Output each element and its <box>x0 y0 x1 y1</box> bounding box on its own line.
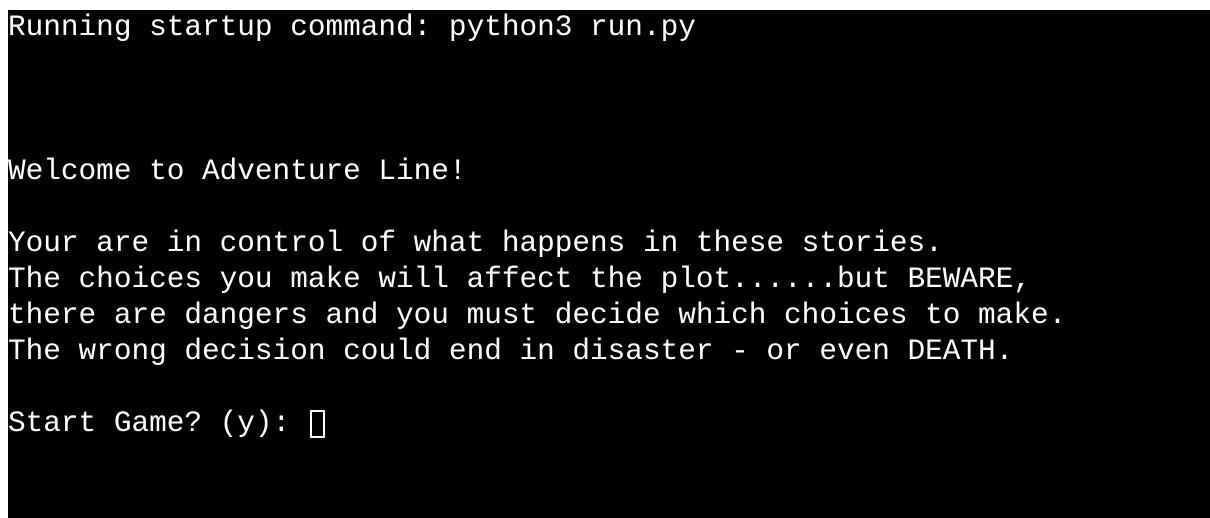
intro-line: The choices you make will affect the plo… <box>8 263 1031 296</box>
start-game-prompt[interactable]: Start Game? (y): <box>8 406 1210 442</box>
intro-line: there are dangers and you must decide wh… <box>8 299 1067 332</box>
startup-command-line: Running startup command: python3 run.py <box>8 11 696 44</box>
terminal-window[interactable]: Running startup command: python3 run.py … <box>8 10 1210 518</box>
text-cursor[interactable] <box>309 410 325 438</box>
intro-line: The wrong decision could end in disaster… <box>8 335 1014 368</box>
welcome-line: Welcome to Adventure Line! <box>8 155 467 188</box>
intro-line: Your are in control of what happens in t… <box>8 227 943 260</box>
prompt-label: Start Game? (y): <box>8 407 308 440</box>
